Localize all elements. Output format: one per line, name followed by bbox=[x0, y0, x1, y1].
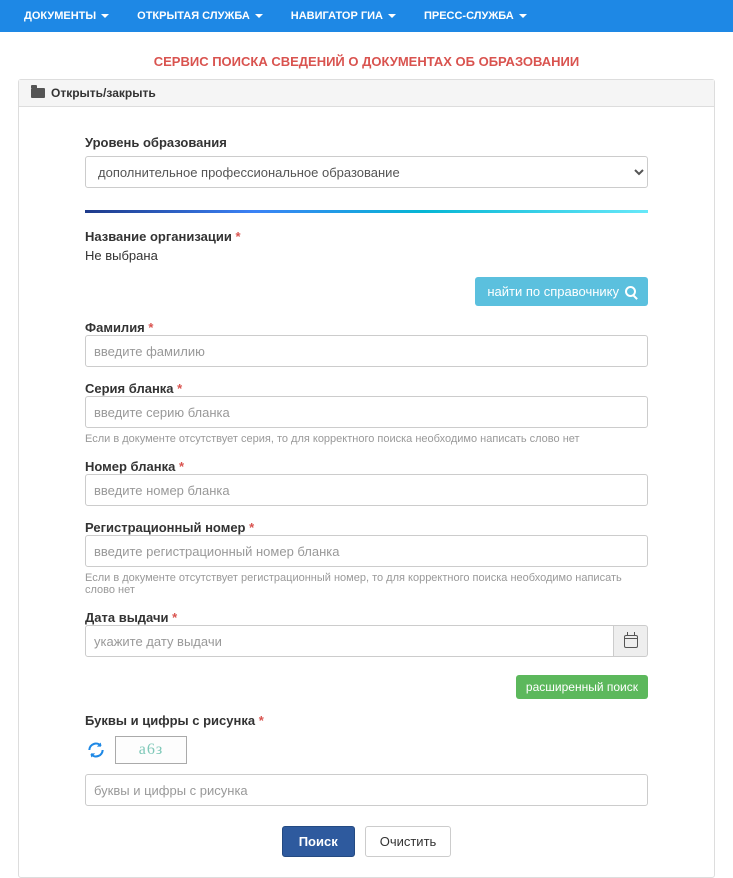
captcha-row: а6з bbox=[85, 736, 648, 764]
extended-search-button[interactable]: расширенный поиск bbox=[516, 675, 648, 699]
action-row: Поиск Очистить bbox=[85, 826, 648, 857]
issue-date-label-row: Дата выдачи * bbox=[85, 610, 648, 625]
captcha-label: Буквы и цифры с рисунка bbox=[85, 713, 255, 728]
reg-number-hint: Если в документе отсутствует регистрацио… bbox=[85, 572, 648, 596]
top-nav: ДОКУМЕНТЫ ОТКРЫТАЯ СЛУЖБА НАВИГАТОР ГИА … bbox=[0, 0, 733, 32]
surname-label-row: Фамилия * bbox=[85, 320, 648, 335]
org-label: Название организации bbox=[85, 229, 232, 244]
required-mark: * bbox=[259, 713, 264, 728]
reg-number-label-row: Регистрационный номер * bbox=[85, 520, 648, 535]
search-button[interactable]: Поиск bbox=[282, 826, 355, 857]
issue-date-label: Дата выдачи bbox=[85, 610, 169, 625]
nav-item-navigator-gia[interactable]: НАВИГАТОР ГИА bbox=[277, 0, 410, 32]
chevron-down-icon bbox=[255, 14, 263, 18]
refresh-captcha-button[interactable] bbox=[85, 739, 107, 761]
captcha-image: а6з bbox=[115, 736, 187, 764]
divider bbox=[85, 210, 648, 213]
panel-toggle[interactable]: Открыть/закрыть bbox=[19, 80, 714, 107]
form-area: Уровень образования дополнительное профе… bbox=[85, 135, 648, 857]
required-mark: * bbox=[179, 459, 184, 474]
blank-number-input[interactable] bbox=[85, 474, 648, 506]
required-mark: * bbox=[177, 381, 182, 396]
chevron-down-icon bbox=[388, 14, 396, 18]
education-level-label: Уровень образования bbox=[85, 135, 648, 150]
issue-date-group bbox=[85, 625, 648, 657]
nav-label: ДОКУМЕНТЫ bbox=[24, 10, 96, 22]
calendar-icon bbox=[624, 635, 638, 648]
search-icon bbox=[625, 286, 636, 297]
clear-button[interactable]: Очистить bbox=[365, 826, 452, 857]
blank-series-input[interactable] bbox=[85, 396, 648, 428]
required-mark: * bbox=[172, 610, 177, 625]
nav-label: НАВИГАТОР ГИА bbox=[291, 10, 383, 22]
search-panel: Открыть/закрыть Уровень образования допо… bbox=[18, 79, 715, 878]
page-title: СЕРВИС ПОИСКА СВЕДЕНИЙ О ДОКУМЕНТАХ ОБ О… bbox=[0, 54, 733, 69]
required-mark: * bbox=[249, 520, 254, 535]
surname-input[interactable] bbox=[85, 335, 648, 367]
panel-body: Уровень образования дополнительное профе… bbox=[19, 107, 714, 877]
reg-number-label: Регистрационный номер bbox=[85, 520, 246, 535]
date-picker-button[interactable] bbox=[614, 625, 648, 657]
blank-series-label-row: Серия бланка * bbox=[85, 381, 648, 396]
education-level-select[interactable]: дополнительное профессиональное образова… bbox=[85, 156, 648, 188]
nav-label: ОТКРЫТАЯ СЛУЖБА bbox=[137, 10, 250, 22]
nav-item-open-service[interactable]: ОТКРЫТАЯ СЛУЖБА bbox=[123, 0, 277, 32]
nav-item-documents[interactable]: ДОКУМЕНТЫ bbox=[10, 0, 123, 32]
chevron-down-icon bbox=[101, 14, 109, 18]
reg-number-input[interactable] bbox=[85, 535, 648, 567]
chevron-down-icon bbox=[519, 14, 527, 18]
find-by-reference-label: найти по справочнику bbox=[487, 284, 619, 299]
find-by-reference-button[interactable]: найти по справочнику bbox=[475, 277, 648, 306]
folder-icon bbox=[31, 88, 45, 98]
required-mark: * bbox=[148, 320, 153, 335]
blank-number-label-row: Номер бланка * bbox=[85, 459, 648, 474]
blank-number-label: Номер бланка bbox=[85, 459, 175, 474]
required-mark: * bbox=[235, 229, 240, 244]
org-label-row: Название организации * bbox=[85, 229, 648, 244]
captcha-label-row: Буквы и цифры с рисунка * bbox=[85, 713, 648, 728]
org-not-selected: Не выбрана bbox=[85, 248, 648, 263]
issue-date-input[interactable] bbox=[85, 625, 614, 657]
panel-toggle-label: Открыть/закрыть bbox=[51, 86, 156, 100]
nav-label: ПРЕСС-СЛУЖБА bbox=[424, 10, 514, 22]
captcha-input[interactable] bbox=[85, 774, 648, 806]
blank-series-hint: Если в документе отсутствует серия, то д… bbox=[85, 433, 648, 445]
refresh-icon bbox=[86, 740, 106, 760]
surname-label: Фамилия bbox=[85, 320, 145, 335]
nav-item-press[interactable]: ПРЕСС-СЛУЖБА bbox=[410, 0, 541, 32]
blank-series-label: Серия бланка bbox=[85, 381, 174, 396]
